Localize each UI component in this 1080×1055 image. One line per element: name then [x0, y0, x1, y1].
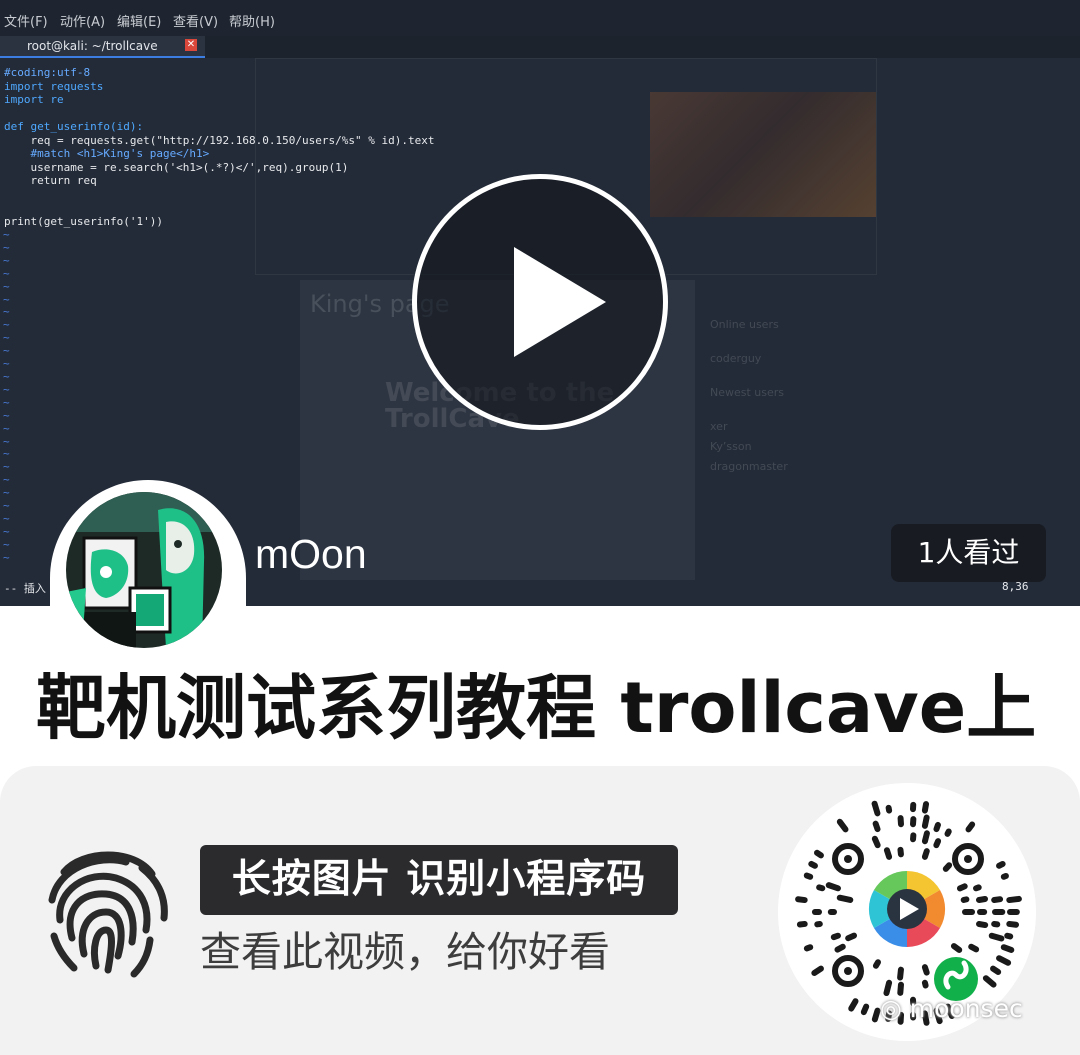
qr-mark	[991, 896, 1004, 904]
qr-mark	[897, 981, 904, 996]
qr-mark	[921, 814, 930, 829]
qr-mark	[973, 884, 982, 892]
qr-mark	[1006, 920, 1020, 928]
watermark-text: moonsec	[909, 994, 1023, 1023]
qr-mark	[960, 896, 970, 903]
qr-mark	[1004, 932, 1014, 940]
python-code: #coding:utf-8 import requests import re …	[4, 66, 434, 228]
play-button[interactable]	[412, 174, 668, 430]
author-name[interactable]: mOon	[255, 531, 367, 578]
qr-mark	[813, 849, 824, 859]
qr-mark	[921, 964, 930, 976]
qr-mark	[1000, 944, 1015, 953]
qr-mark	[942, 862, 953, 872]
qr-mark	[830, 932, 841, 941]
menu-help: 帮助(H)	[229, 15, 275, 30]
code-line: return req	[4, 174, 97, 187]
background-sidebar-item: Ky’sson	[710, 440, 752, 453]
long-press-hint: 长按图片 识别小程序码	[200, 845, 678, 915]
close-icon: ✕	[185, 39, 197, 51]
qr-mark	[965, 821, 976, 833]
qr-mark	[1006, 895, 1022, 904]
terminal-tab: root@kali: ~/trollcave ✕	[0, 36, 205, 58]
qr-mark	[872, 820, 881, 833]
qr-mark	[803, 872, 814, 880]
qr-mark	[956, 883, 968, 892]
qr-mark	[845, 932, 858, 942]
menu-view: 查看(V)	[173, 15, 219, 30]
qr-mark	[933, 838, 942, 849]
qr-mark	[996, 860, 1006, 869]
qr-mark	[976, 895, 989, 903]
terminal-menubar: 文件(F) 动作(A) 编辑(E) 查看(V) 帮助(H)	[0, 0, 1080, 36]
watermark: ◎ moonsec	[880, 994, 1023, 1023]
avatar-illustration-icon	[66, 492, 222, 648]
code-line: #coding:utf-8	[4, 66, 91, 79]
fingerprint-icon	[48, 851, 168, 978]
mini-program-subtitle: 查看此视频，给你好看	[200, 928, 610, 976]
vim-empty-lines: ~ ~ ~ ~ ~ ~ ~ ~ ~ ~ ~ ~ ~ ~ ~ ~ ~ ~ ~ ~ …	[3, 228, 10, 564]
qr-mark	[976, 921, 989, 929]
qr-mark	[860, 1003, 870, 1016]
qr-mark	[871, 835, 881, 849]
menu-edit: 编辑(E)	[117, 15, 162, 30]
qr-mark	[1000, 872, 1009, 880]
menu-action: 动作(A)	[60, 15, 106, 30]
qr-mark	[795, 896, 808, 904]
qr-mark	[816, 884, 826, 892]
qr-mark	[872, 959, 881, 969]
background-sidebar-item: dragonmaster	[710, 460, 788, 473]
qr-mark	[796, 920, 808, 928]
qr-mark	[996, 955, 1012, 966]
terminal-tab-title: root@kali: ~/trollcave	[27, 39, 158, 53]
play-icon	[514, 247, 606, 357]
background-sidebar-item: Newest users	[710, 386, 785, 399]
qr-mark	[921, 830, 930, 845]
code-line: import requests	[4, 79, 104, 93]
qr-mark	[883, 979, 893, 997]
qr-mark	[871, 800, 881, 817]
code-line: #match <h1>King's page</h1>	[4, 147, 210, 160]
qr-mark	[811, 965, 824, 976]
qr-mark	[933, 821, 941, 833]
background-page-image	[650, 92, 876, 217]
code-line: import re	[4, 93, 64, 106]
qr-mark	[990, 965, 1002, 975]
background-sidebar-item: coderguy	[710, 352, 762, 365]
menu-file: 文件(F)	[4, 15, 48, 30]
qr-mark	[836, 894, 854, 903]
avatar[interactable]	[66, 492, 222, 648]
qr-mark	[921, 801, 930, 814]
qr-mark	[897, 966, 904, 981]
code-line: req = requests.get("http://192.168.0.150…	[4, 133, 435, 147]
qr-mark	[921, 979, 929, 989]
qr-mark	[921, 848, 930, 860]
qr-mark	[848, 998, 859, 1012]
qr-mark	[803, 944, 814, 952]
qr-mark	[883, 847, 893, 860]
qr-mark	[834, 943, 846, 953]
qr-mark	[988, 932, 1005, 942]
code-line: print(get_userinfo('1'))	[4, 214, 163, 228]
qr-mark	[944, 828, 952, 837]
qr-mark	[968, 943, 980, 953]
qr-mark	[808, 860, 818, 869]
view-count-badge: 1人看过	[891, 524, 1046, 582]
qr-mark	[825, 882, 841, 892]
code-line: username = re.search('<h1>(.*?)</',req).…	[4, 160, 349, 174]
video-title: 靶机测试系列教程 trollcave上	[36, 667, 1037, 749]
qr-mark	[871, 1007, 881, 1023]
code-line: def get_userinfo(id):	[4, 120, 144, 133]
background-sidebar-item: xer	[710, 420, 728, 433]
background-sidebar-item: Online users	[710, 318, 779, 331]
terminal-tabbar	[205, 36, 1080, 58]
qr-mark	[950, 943, 963, 953]
wechat-logo-icon: ◎	[880, 994, 910, 1023]
